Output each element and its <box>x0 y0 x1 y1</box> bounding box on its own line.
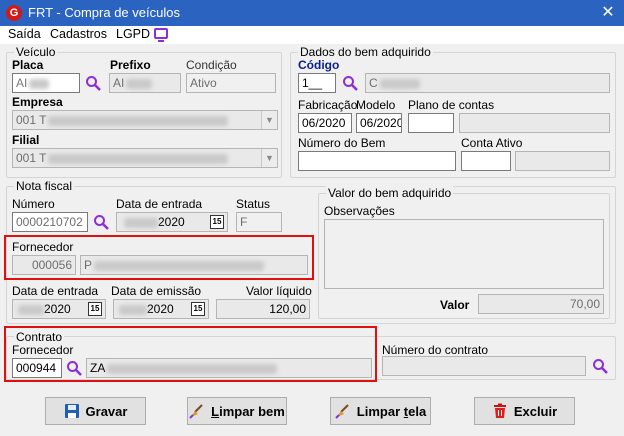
calendar-icon[interactable]: 15 <box>191 302 205 316</box>
numero-contrato-input[interactable] <box>382 356 586 376</box>
fornecedor-contrato-label: Fornecedor <box>12 343 74 357</box>
valor-bem-input: 70,00 <box>478 294 604 314</box>
plano-input[interactable] <box>408 113 454 133</box>
calendar-icon[interactable]: 15 <box>88 302 102 316</box>
filial-combo[interactable]: 001 T ▼ <box>12 148 278 168</box>
search-placa-icon[interactable] <box>85 75 101 91</box>
excluir-label: Excluir <box>513 403 558 419</box>
search-codigo-icon[interactable] <box>342 75 358 91</box>
limpar-bem-button[interactable]: Limpar bem <box>187 397 287 425</box>
fornecedor-nf-name: P <box>80 255 308 275</box>
empresa-combo[interactable]: 001 T ▼ <box>12 110 278 130</box>
excluir-button[interactable]: Excluir <box>474 397 575 425</box>
empresa-dropdown-icon[interactable]: ▼ <box>261 111 277 129</box>
valor-liquido-label: Valor líquido <box>246 284 312 298</box>
filial-dropdown-icon[interactable]: ▼ <box>261 149 277 167</box>
data-entrada2-input[interactable]: 2020 15 <box>12 299 106 319</box>
modelo-label: Modelo <box>356 98 396 112</box>
codigo-input[interactable]: 1__ <box>298 73 336 93</box>
status-input: F <box>236 212 282 232</box>
conta-ativo-desc <box>515 151 610 171</box>
data-entrada-input[interactable]: 2020 15 <box>116 212 228 232</box>
valor-bem-legend: Valor do bem adquirido <box>326 186 454 200</box>
codigo-label: Código <box>298 58 340 72</box>
veiculo-legend: Veículo <box>14 45 58 59</box>
observacoes-textarea[interactable] <box>324 219 604 289</box>
limpar-tela-button[interactable]: Limpar tela <box>330 397 431 425</box>
fornecedor-contrato-name: ZA <box>86 358 372 378</box>
fabricacao-label: Fabricação <box>298 98 358 112</box>
menu-lgpd[interactable]: LGPD <box>116 27 150 41</box>
limpar-bem-label: Limpar bem <box>211 403 285 419</box>
placa-input[interactable]: AI <box>12 73 80 93</box>
fornecedor-contrato-code[interactable]: 000944 <box>12 358 62 378</box>
data-entrada-label: Data de entrada <box>116 197 203 211</box>
fornecedor-nf-label: Fornecedor <box>12 240 74 254</box>
empresa-label: Empresa <box>12 95 63 109</box>
conta-ativo-label: Conta Ativo <box>461 136 523 150</box>
monitor-icon[interactable] <box>154 28 168 42</box>
bem-legend: Dados do bem adquirido <box>298 45 433 59</box>
calendar-icon[interactable]: 15 <box>210 215 224 229</box>
prefixo-input: AI <box>109 73 181 93</box>
menu-bar: Saída Cadastros LGPD <box>0 26 624 44</box>
app-icon: G <box>6 5 22 21</box>
search-nota-icon[interactable] <box>93 214 109 230</box>
condicao-input: Ativo <box>186 73 276 93</box>
contrato-legend: Contrato <box>14 330 65 344</box>
nota-legend: Nota fiscal <box>14 179 75 193</box>
save-icon <box>64 404 79 418</box>
numero-bem-input[interactable] <box>298 151 456 171</box>
trash-icon <box>493 403 506 418</box>
plano-label: Plano de contas <box>408 98 495 112</box>
broom-icon <box>189 404 203 419</box>
data-emissao-label: Data de emissão <box>111 284 202 298</box>
modelo-input[interactable]: 06/2020 <box>356 113 402 133</box>
menu-saida[interactable]: Saída <box>8 27 41 41</box>
numero-nf-label: Número <box>12 197 55 211</box>
condicao-label: Condição <box>186 58 237 72</box>
numero-nf-input[interactable]: 0000210702 <box>12 212 88 232</box>
numero-bem-label: Número do Bem <box>298 136 386 150</box>
numero-contrato-label: Número do contrato <box>382 343 489 357</box>
close-icon[interactable]: ✕ <box>598 3 618 23</box>
search-fornecedor-icon[interactable] <box>66 360 82 376</box>
status-label: Status <box>236 197 271 211</box>
codigo-desc: C <box>365 73 610 93</box>
filial-label: Filial <box>12 133 40 147</box>
data-entrada2-label: Data de entrada <box>12 284 99 298</box>
search-contrato-icon[interactable] <box>592 358 608 374</box>
broom-icon <box>335 404 349 419</box>
data-emissao-input[interactable]: 2020 15 <box>113 299 209 319</box>
menu-cadastros[interactable]: Cadastros <box>50 27 107 41</box>
observacoes-label: Observações <box>324 204 395 218</box>
title-bar: G FRT - Compra de veículos ✕ <box>0 0 624 26</box>
plano-desc <box>459 113 610 133</box>
fornecedor-nf-code: 000056 <box>12 255 76 275</box>
conta-ativo-input[interactable] <box>461 151 511 171</box>
fabricacao-input[interactable]: 06/2020 <box>298 113 352 133</box>
prefixo-label: Prefixo <box>110 58 151 72</box>
gravar-button[interactable]: Gravar <box>45 397 146 425</box>
limpar-tela-label: Limpar tela <box>356 403 427 419</box>
valor-liquido-input: 120,00 <box>216 299 310 319</box>
placa-label: Placa <box>12 58 44 72</box>
gravar-label: Gravar <box>85 403 128 419</box>
valor-bem-label: Valor <box>440 298 470 312</box>
window-title: FRT - Compra de veículos <box>28 5 180 20</box>
